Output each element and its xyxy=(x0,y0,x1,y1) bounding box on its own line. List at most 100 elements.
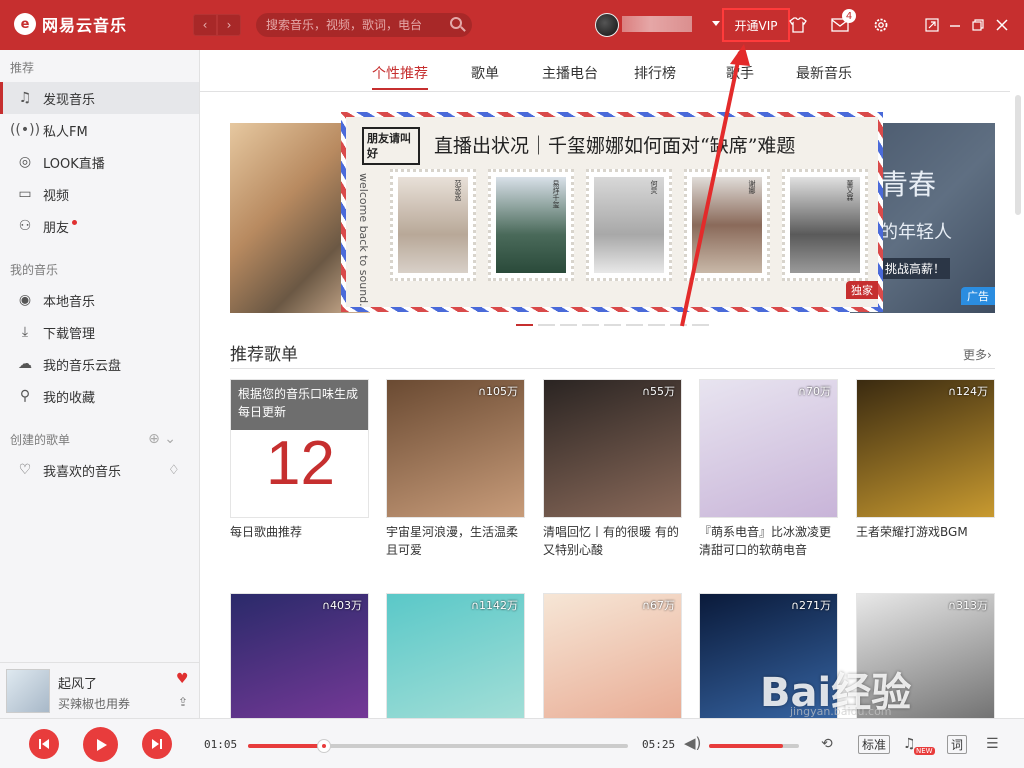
search-box[interactable] xyxy=(256,13,472,37)
banner-dot[interactable] xyxy=(626,324,643,326)
now-playing-cover[interactable] xyxy=(6,669,50,713)
volume-icon[interactable]: ◀) xyxy=(684,734,701,752)
video-icon: ▭ xyxy=(18,186,32,202)
playlist-cover[interactable]: 1142万 xyxy=(386,593,525,718)
previous-icon xyxy=(39,739,49,749)
download-icon: ⤓ xyxy=(21,324,29,340)
banner-dot[interactable] xyxy=(516,324,533,326)
open-vip-button[interactable]: 开通VIP xyxy=(722,8,790,42)
minimize-icon[interactable] xyxy=(945,15,965,35)
tab-personal-recommend[interactable]: 个性推荐 xyxy=(372,63,428,83)
sidebar-item-my-collection[interactable]: ⚲ 我的收藏 xyxy=(0,380,199,412)
playlist-cover[interactable]: 12 根据您的音乐口味生成每日更新 xyxy=(230,379,369,518)
playlist-title[interactable]: 『萌系电音』比冰激凌更清甜可口的软萌电音 xyxy=(699,523,838,559)
add-playlist-icon[interactable]: ⊕ ⌄ xyxy=(148,431,176,447)
share-icon[interactable]: ⇪ xyxy=(178,695,188,709)
back-button[interactable]: ‹ xyxy=(193,14,217,36)
tab-charts[interactable]: 排行榜 xyxy=(634,63,676,83)
playlist-title[interactable]: 每日歌曲推荐 xyxy=(230,523,369,541)
skin-icon[interactable] xyxy=(788,15,808,35)
forward-button[interactable]: › xyxy=(217,14,241,36)
banner-title: 直播出状况｜千玺娜娜如何面对“缺席”难题 xyxy=(434,135,796,157)
progress-knob[interactable] xyxy=(317,739,331,753)
player-bar: 01:05 05:25 ◀) ⟲ 标准 ♫ NEW 词 ☰ xyxy=(0,718,1024,768)
app-logo[interactable]: e 网易云音乐 xyxy=(14,12,127,36)
sidebar-item-video[interactable]: ▭ 视频 xyxy=(0,178,199,210)
playlist-title[interactable]: 宇宙星河浪漫，生活温柔且可爱 xyxy=(386,523,525,559)
sidebar-item-download-manager[interactable]: ⤓ 下载管理 xyxy=(0,316,199,348)
banner-dot[interactable] xyxy=(670,324,687,326)
playlist-title[interactable]: 王者荣耀打游戏BGM xyxy=(856,523,995,541)
banner-dot[interactable] xyxy=(538,324,555,326)
play-count: 105万 xyxy=(478,383,518,399)
baidu-watermark-url: jingyan.baidu.com xyxy=(790,705,892,718)
heartbeat-mode-icon[interactable]: ♢ xyxy=(168,463,180,478)
sidebar-item-personal-fm[interactable]: ((•)) 私人FM xyxy=(0,114,199,146)
tab-radio[interactable]: 主播电台 xyxy=(542,63,598,83)
sound-quality-button[interactable]: 标准 xyxy=(858,735,891,754)
next-icon xyxy=(152,739,162,749)
more-link[interactable]: 更多› xyxy=(963,346,992,363)
search-icon[interactable] xyxy=(450,17,462,29)
banner-main-slide[interactable]: 朋友请叫好 直播出状况｜千玺娜娜如何面对“缺席”难题 welcome back … xyxy=(341,112,883,312)
volume-slider[interactable] xyxy=(709,744,799,748)
section-title[interactable]: 推荐歌单 xyxy=(230,340,298,365)
now-playing-panel[interactable]: 起风了 买辣椒也用券 ♥ ⇪ xyxy=(0,662,200,718)
playlist-cover[interactable]: 55万 xyxy=(543,379,682,518)
music-note-icon: ♫ xyxy=(18,90,32,106)
stamp-name: 易烊千玺 xyxy=(552,180,560,208)
caret-down-icon[interactable] xyxy=(712,21,720,26)
stamp-name: 谢娜 xyxy=(748,180,756,194)
search-input[interactable] xyxy=(266,18,446,32)
sidebar-item-friends[interactable]: ⚇ 朋友 xyxy=(0,210,199,242)
playlist-title[interactable]: 清唱回忆丨有的很暖 有的又特别心酸 xyxy=(543,523,682,559)
sidebar-item-label: 发现音乐 xyxy=(43,92,96,108)
play-count: 313万 xyxy=(948,597,988,613)
playlist-cover[interactable]: 67万 xyxy=(543,593,682,718)
sidebar-item-liked-music[interactable]: ♡ 我喜欢的音乐 ♢ xyxy=(0,454,199,486)
banner-dot[interactable] xyxy=(692,324,709,326)
loop-mode-icon[interactable]: ⟲ xyxy=(821,736,833,752)
sidebar-item-local-music[interactable]: ◉ 本地音乐 xyxy=(0,284,199,316)
banner-dot[interactable] xyxy=(648,324,665,326)
stamp-photo: 范丞丞 xyxy=(390,169,476,281)
now-playing-title[interactable]: 起风了 xyxy=(58,673,97,692)
daily-tooltip: 根据您的音乐口味生成每日更新 xyxy=(231,380,368,430)
sidebar-item-cloud-drive[interactable]: ☁ 我的音乐云盘 xyxy=(0,348,199,380)
sidebar-item-look-live[interactable]: ◎ LOOK直播 xyxy=(0,146,199,178)
play-button[interactable] xyxy=(83,727,118,762)
banner-dot[interactable] xyxy=(582,324,599,326)
scrollbar-thumb[interactable] xyxy=(1015,95,1021,215)
section-divider xyxy=(230,368,995,369)
now-playing-artist[interactable]: 买辣椒也用券 xyxy=(58,695,130,712)
tab-new-music[interactable]: 最新音乐 xyxy=(796,63,852,83)
next-track-button[interactable] xyxy=(142,729,172,759)
close-icon[interactable] xyxy=(992,15,1012,35)
volume-fill xyxy=(709,744,783,748)
playlist-cover[interactable]: 124万 xyxy=(856,379,995,518)
collection-icon: ⚲ xyxy=(19,388,31,404)
tab-artists[interactable]: 歌手 xyxy=(726,63,754,83)
lyrics-button[interactable]: 词 xyxy=(947,735,968,754)
playlist-queue-icon[interactable]: ☰ xyxy=(986,736,999,752)
tab-playlists[interactable]: 歌单 xyxy=(471,63,499,83)
maximize-icon[interactable] xyxy=(968,15,988,35)
banner-dot[interactable] xyxy=(560,324,577,326)
radio-icon: ((•)) xyxy=(9,122,41,138)
playlist-cover[interactable]: 70万 xyxy=(699,379,838,518)
playlist-cover[interactable]: 105万 xyxy=(386,379,525,518)
user-avatar[interactable] xyxy=(595,13,619,37)
sidebar-item-discover-music[interactable]: ♫ 发现音乐 xyxy=(0,82,199,114)
previous-track-button[interactable] xyxy=(29,729,59,759)
playlist-cover[interactable]: 403万 xyxy=(230,593,369,718)
banner-dot[interactable] xyxy=(604,324,621,326)
settings-gear-icon[interactable] xyxy=(871,15,891,35)
play-count: 124万 xyxy=(948,383,988,399)
mini-mode-icon[interactable] xyxy=(922,15,942,35)
username-blurred[interactable] xyxy=(622,16,692,32)
like-heart-icon[interactable]: ♥ xyxy=(176,671,189,687)
progress-bar[interactable] xyxy=(248,739,628,753)
banner-right-title: 青春 xyxy=(880,168,937,201)
stamp-photo: 易烊千玺 xyxy=(488,169,574,281)
play-count: 55万 xyxy=(642,383,675,399)
